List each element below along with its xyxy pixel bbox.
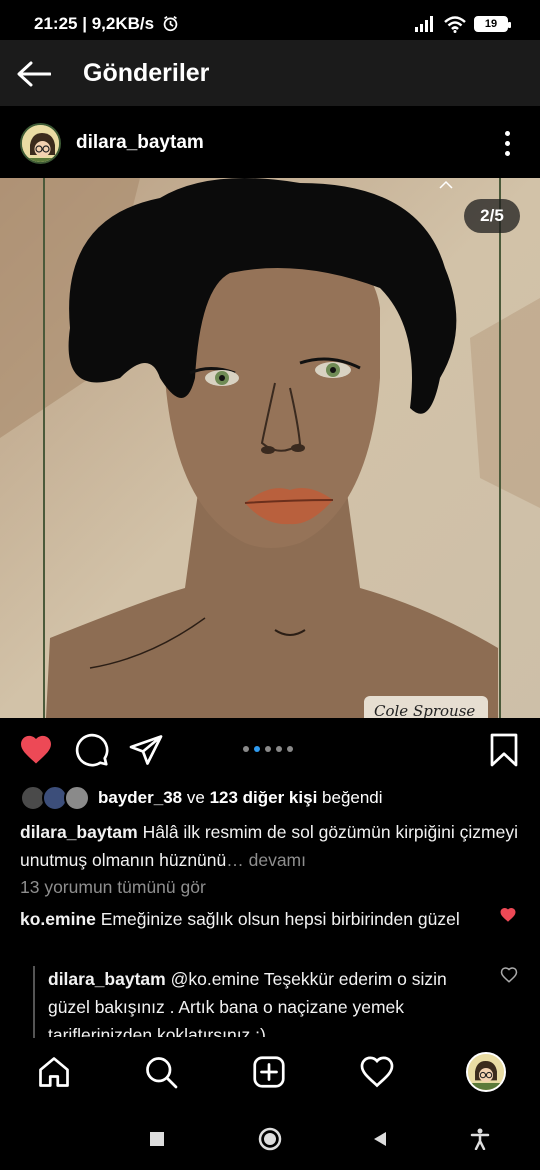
more-dot-icon bbox=[504, 150, 510, 156]
heart-filled-icon bbox=[21, 735, 51, 764]
new-post-icon bbox=[253, 1056, 285, 1088]
comment-like-button[interactable] bbox=[499, 906, 517, 924]
tab-home[interactable] bbox=[34, 1052, 74, 1092]
others-count[interactable]: 123 diğer kişi bbox=[210, 788, 318, 808]
reply-username[interactable]: dilara_baytam bbox=[48, 969, 166, 989]
signal-icon bbox=[415, 16, 433, 32]
profile-avatar bbox=[468, 1054, 504, 1090]
post-username[interactable]: dilara_baytam bbox=[76, 132, 204, 154]
likes-summary[interactable]: bayder_38 ve 123 diğer kişi beğendi bbox=[20, 784, 383, 812]
carousel-indicator bbox=[243, 746, 293, 752]
caption-more-link[interactable]: … devamı bbox=[226, 850, 306, 870]
more-options-button[interactable] bbox=[494, 126, 520, 160]
app-header: Gönderiler bbox=[0, 40, 540, 106]
system-nav-bar bbox=[0, 1106, 540, 1170]
reply-like-button[interactable] bbox=[500, 966, 518, 984]
post-header: dilara_baytam bbox=[0, 106, 540, 178]
status-time: 21:25 | 9,2KB/s bbox=[34, 14, 179, 34]
share-button[interactable] bbox=[128, 732, 164, 768]
view-all-comments-link[interactable]: 13 yorumun tümünü gör bbox=[20, 877, 206, 898]
alarm-icon bbox=[163, 15, 178, 32]
send-icon bbox=[129, 735, 163, 765]
bottom-tab-bar bbox=[0, 1040, 540, 1106]
tab-search[interactable] bbox=[141, 1052, 181, 1092]
comment-icon bbox=[75, 733, 109, 767]
carousel-dot bbox=[265, 746, 271, 752]
arrow-left-icon bbox=[17, 61, 51, 87]
heart-outline-icon bbox=[500, 967, 518, 983]
more-dot-icon bbox=[504, 130, 510, 136]
home-icon bbox=[39, 1057, 69, 1087]
carousel-dot bbox=[276, 746, 282, 752]
back-system-button[interactable] bbox=[365, 1124, 395, 1154]
carousel-dot-active bbox=[254, 746, 260, 752]
square-icon bbox=[150, 1132, 164, 1146]
accessibility-icon bbox=[470, 1128, 490, 1150]
comment-text: Emeğinize sağlık olsun hepsi birbirinden… bbox=[100, 909, 460, 929]
avatar[interactable] bbox=[20, 123, 61, 164]
first-liker[interactable]: bayder_38 bbox=[98, 788, 182, 808]
triangle-back-icon bbox=[374, 1132, 386, 1146]
carousel-dot bbox=[287, 746, 293, 752]
activity-icon bbox=[360, 1056, 394, 1088]
liker-avatar bbox=[64, 785, 90, 811]
reply-mention[interactable]: @ko.emine bbox=[171, 969, 260, 989]
comment-button[interactable] bbox=[74, 732, 110, 768]
post-image[interactable]: 2/5 Cole Sprouse bbox=[0, 178, 540, 718]
post-caption: dilara_baytam Hâlâ ilk resmim de sol göz… bbox=[20, 818, 525, 874]
accessibility-button[interactable] bbox=[465, 1124, 495, 1154]
avatar-illustration bbox=[22, 125, 59, 162]
network-speed: 9,2KB/s bbox=[91, 14, 155, 33]
bookmark-icon bbox=[490, 733, 518, 767]
more-dot-icon bbox=[504, 140, 510, 146]
comment-item: ko.emine Emeğinize sağlık olsun hepsi bi… bbox=[20, 906, 475, 933]
caption-username[interactable]: dilara_baytam bbox=[20, 822, 138, 842]
save-button[interactable] bbox=[486, 732, 522, 768]
tab-activity[interactable] bbox=[357, 1052, 397, 1092]
comment-username[interactable]: ko.emine bbox=[20, 909, 96, 929]
page-title: Gönderiler bbox=[83, 59, 210, 87]
media-counter-badge: 2/5 bbox=[464, 199, 520, 233]
heart-filled-icon bbox=[500, 907, 516, 922]
portrait-illustration bbox=[0, 178, 540, 718]
carousel-dot bbox=[243, 746, 249, 752]
reply-item: dilara_baytam @ko.emine Teşekkür ederim … bbox=[48, 965, 478, 1037]
tab-profile[interactable] bbox=[466, 1052, 506, 1092]
back-button[interactable] bbox=[14, 54, 54, 94]
wifi-icon bbox=[444, 15, 466, 33]
tab-new-post[interactable] bbox=[249, 1052, 289, 1092]
search-icon bbox=[146, 1057, 178, 1089]
home-system-button[interactable] bbox=[255, 1124, 285, 1154]
battery-icon: 19 bbox=[474, 16, 511, 32]
circle-icon bbox=[258, 1127, 282, 1151]
recents-button[interactable] bbox=[142, 1124, 172, 1154]
artwork-signature: Cole Sprouse bbox=[364, 696, 488, 718]
like-button[interactable] bbox=[18, 732, 54, 768]
post-actions bbox=[0, 718, 540, 782]
reply-thread-line bbox=[33, 966, 35, 1038]
